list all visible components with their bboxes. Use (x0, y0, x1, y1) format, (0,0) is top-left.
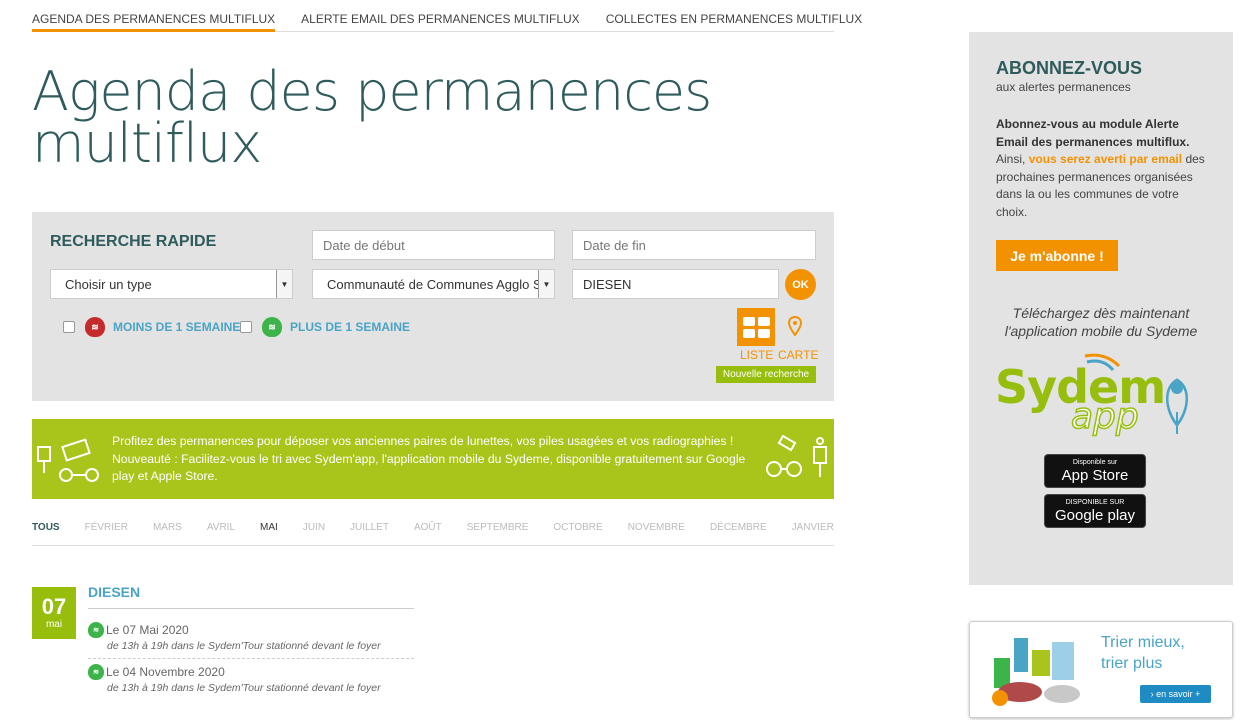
event-city[interactable]: DIESEN (88, 584, 414, 609)
type-select-value: Choisir un type (65, 276, 152, 292)
month-item[interactable]: MARS (153, 522, 182, 545)
event-item: ≋ Le 04 Novembre 2020 de 13h à 19h dans l… (88, 664, 414, 694)
page-title-line2: multiflux (32, 112, 262, 175)
tab-alerte-email[interactable]: ALERTE EMAIL DES PERMANENCES MULTIFLUX (301, 0, 580, 32)
event-item-date: Le 07 Mai 2020 (106, 623, 189, 637)
month-item[interactable]: SEPTEMBRE (467, 522, 529, 545)
month-all[interactable]: TOUS (32, 522, 60, 545)
event-item: ≋ Le 07 Mai 2020 de 13h à 19h dans le Syd… (88, 622, 414, 659)
chevron-down-icon: ▼ (276, 270, 292, 298)
community-select-value: Communauté de Communes Agglo Sarreguemin… (327, 276, 554, 292)
month-item[interactable]: JANVIER (792, 522, 834, 545)
filter-more-checkbox[interactable] (240, 321, 252, 333)
ad-title: Trier mieux, trier plus (1101, 632, 1221, 674)
glasses-illustration-icon (766, 435, 827, 477)
event-month: mai (45, 619, 63, 630)
green-bag-icon: ≋ (88, 664, 104, 680)
event-item-desc: de 13h à 19h dans le Sydem'Tour stationn… (107, 682, 381, 694)
subscribe-button[interactable]: Je m'abonne ! (996, 240, 1118, 271)
month-item[interactable]: JUILLET (350, 522, 389, 545)
month-item[interactable]: DÉCEMBRE (710, 522, 767, 545)
search-title: RECHERCHE RAPIDE (50, 233, 217, 250)
new-search-button[interactable]: Nouvelle recherche (716, 366, 816, 383)
app-store-button[interactable]: Disponible sur App Store (1044, 454, 1146, 488)
red-bag-icon: ≋ (85, 317, 105, 337)
event-day: 07 (41, 594, 67, 619)
banner-text: Profitez des permanences pour déposer vo… (112, 433, 762, 486)
date-end-input[interactable]: Date de fin (572, 230, 816, 260)
recycling-illustration-icon (37, 438, 99, 482)
month-filter: TOUS FÉVRIER MARS AVRIL MAI JUIN JUILLET… (32, 522, 834, 546)
date-start-input[interactable]: Date de début (312, 230, 555, 260)
sydem-logo-sub: app (1070, 395, 1139, 438)
month-item[interactable]: NOVEMBRE (628, 522, 685, 545)
green-bag-icon: ≋ (262, 317, 282, 337)
map-view-label[interactable]: CARTE (778, 348, 818, 362)
appstore-small: Disponible sur (1072, 458, 1118, 466)
tab-agenda[interactable]: AGENDA DES PERMANENCES MULTIFLUX (32, 0, 276, 32)
tab-collectes[interactable]: COLLECTES EN PERMANENCES MULTIFLUX (606, 0, 863, 32)
page-title: Agenda des permanences multiflux (32, 65, 812, 171)
google-play-button[interactable]: DISPONIBLE SUR Google play (1044, 494, 1146, 528)
learn-more-button[interactable]: › en savoir + (1140, 685, 1211, 703)
chevron-down-icon: ▼ (538, 270, 554, 298)
sidebar-text-bold: Abonnez-vous au module Alerte Email des … (996, 117, 1190, 149)
month-item[interactable]: JUIN (303, 522, 325, 545)
banner-line2: Nouveauté : Facilitez-vous le tri avec S… (112, 451, 746, 484)
sydem-app-logo: Sydem app (995, 352, 1205, 442)
filter-more-week[interactable]: ≋ PLUS DE 1 SEMAINE (240, 317, 410, 337)
quick-search-panel: RECHERCHE RAPIDE Date de début Date de f… (32, 212, 834, 401)
ad-title-line2: trier plus (1101, 655, 1163, 672)
month-item[interactable]: AOÛT (414, 522, 442, 545)
map-pin-icon[interactable] (788, 316, 802, 336)
ad-title-line1: Trier mieux, (1101, 634, 1185, 651)
filter-less-checkbox[interactable] (63, 321, 75, 333)
appstore-big: App Store (1061, 466, 1129, 484)
filter-less-label: MOINS DE 1 SEMAINE (113, 320, 241, 334)
download-text: Téléchargez dès maintenant l'application… (969, 304, 1233, 340)
list-view-button[interactable] (737, 308, 775, 346)
month-item[interactable]: FÉVRIER (85, 522, 128, 545)
subscribe-sidebar: ABONNEZ-VOUS aux alertes permanences Abo… (969, 32, 1233, 585)
tab-bar: AGENDA DES PERMANENCES MULTIFLUX ALERTE … (32, 0, 862, 32)
download-line2: l'application mobile du Sydeme (1004, 323, 1198, 339)
month-item[interactable]: AVRIL (207, 522, 235, 545)
type-select[interactable]: Choisir un type ▼ (50, 269, 293, 299)
download-line1: Téléchargez dès maintenant (1012, 305, 1190, 321)
grid-icon (742, 316, 755, 326)
recyclables-illustration-icon (992, 638, 1080, 706)
filter-less-week[interactable]: ≋ MOINS DE 1 SEMAINE (63, 317, 240, 337)
banner-line1: Profitez des permanences pour déposer vo… (112, 434, 734, 448)
city-input[interactable]: DIESEN (572, 269, 779, 299)
sidebar-text-highlight: vous serez averti par email (1028, 152, 1183, 166)
sidebar-text-pre: Ainsi, (996, 152, 1029, 166)
green-bag-icon: ≋ (88, 622, 104, 638)
ok-button[interactable]: OK (785, 269, 816, 300)
month-item[interactable]: OCTOBRE (553, 522, 602, 545)
info-banner: Profitez des permanences pour déposer vo… (32, 419, 834, 499)
googleplay-small: DISPONIBLE SUR (1065, 498, 1125, 506)
sidebar-title: ABONNEZ-VOUS (996, 58, 1143, 78)
googleplay-big: Google play (1054, 506, 1136, 524)
event-item-date: Le 04 Novembre 2020 (106, 665, 225, 679)
sidebar-subtitle: aux alertes permanences (996, 80, 1131, 94)
trier-ad-banner[interactable]: Trier mieux, trier plus › en savoir + (969, 621, 1233, 718)
filter-more-label: PLUS DE 1 SEMAINE (290, 320, 411, 334)
event-item-desc: de 13h à 19h dans le Sydem'Tour stationn… (107, 640, 381, 652)
community-select[interactable]: Communauté de Communes Agglo Sarreguemin… (312, 269, 555, 299)
sidebar-text: Abonnez-vous au module Alerte Email des … (996, 116, 1211, 221)
list-view-label[interactable]: LISTE (740, 348, 773, 362)
event-date-badge: 07 mai (32, 587, 76, 639)
month-item[interactable]: MAI (260, 522, 278, 545)
